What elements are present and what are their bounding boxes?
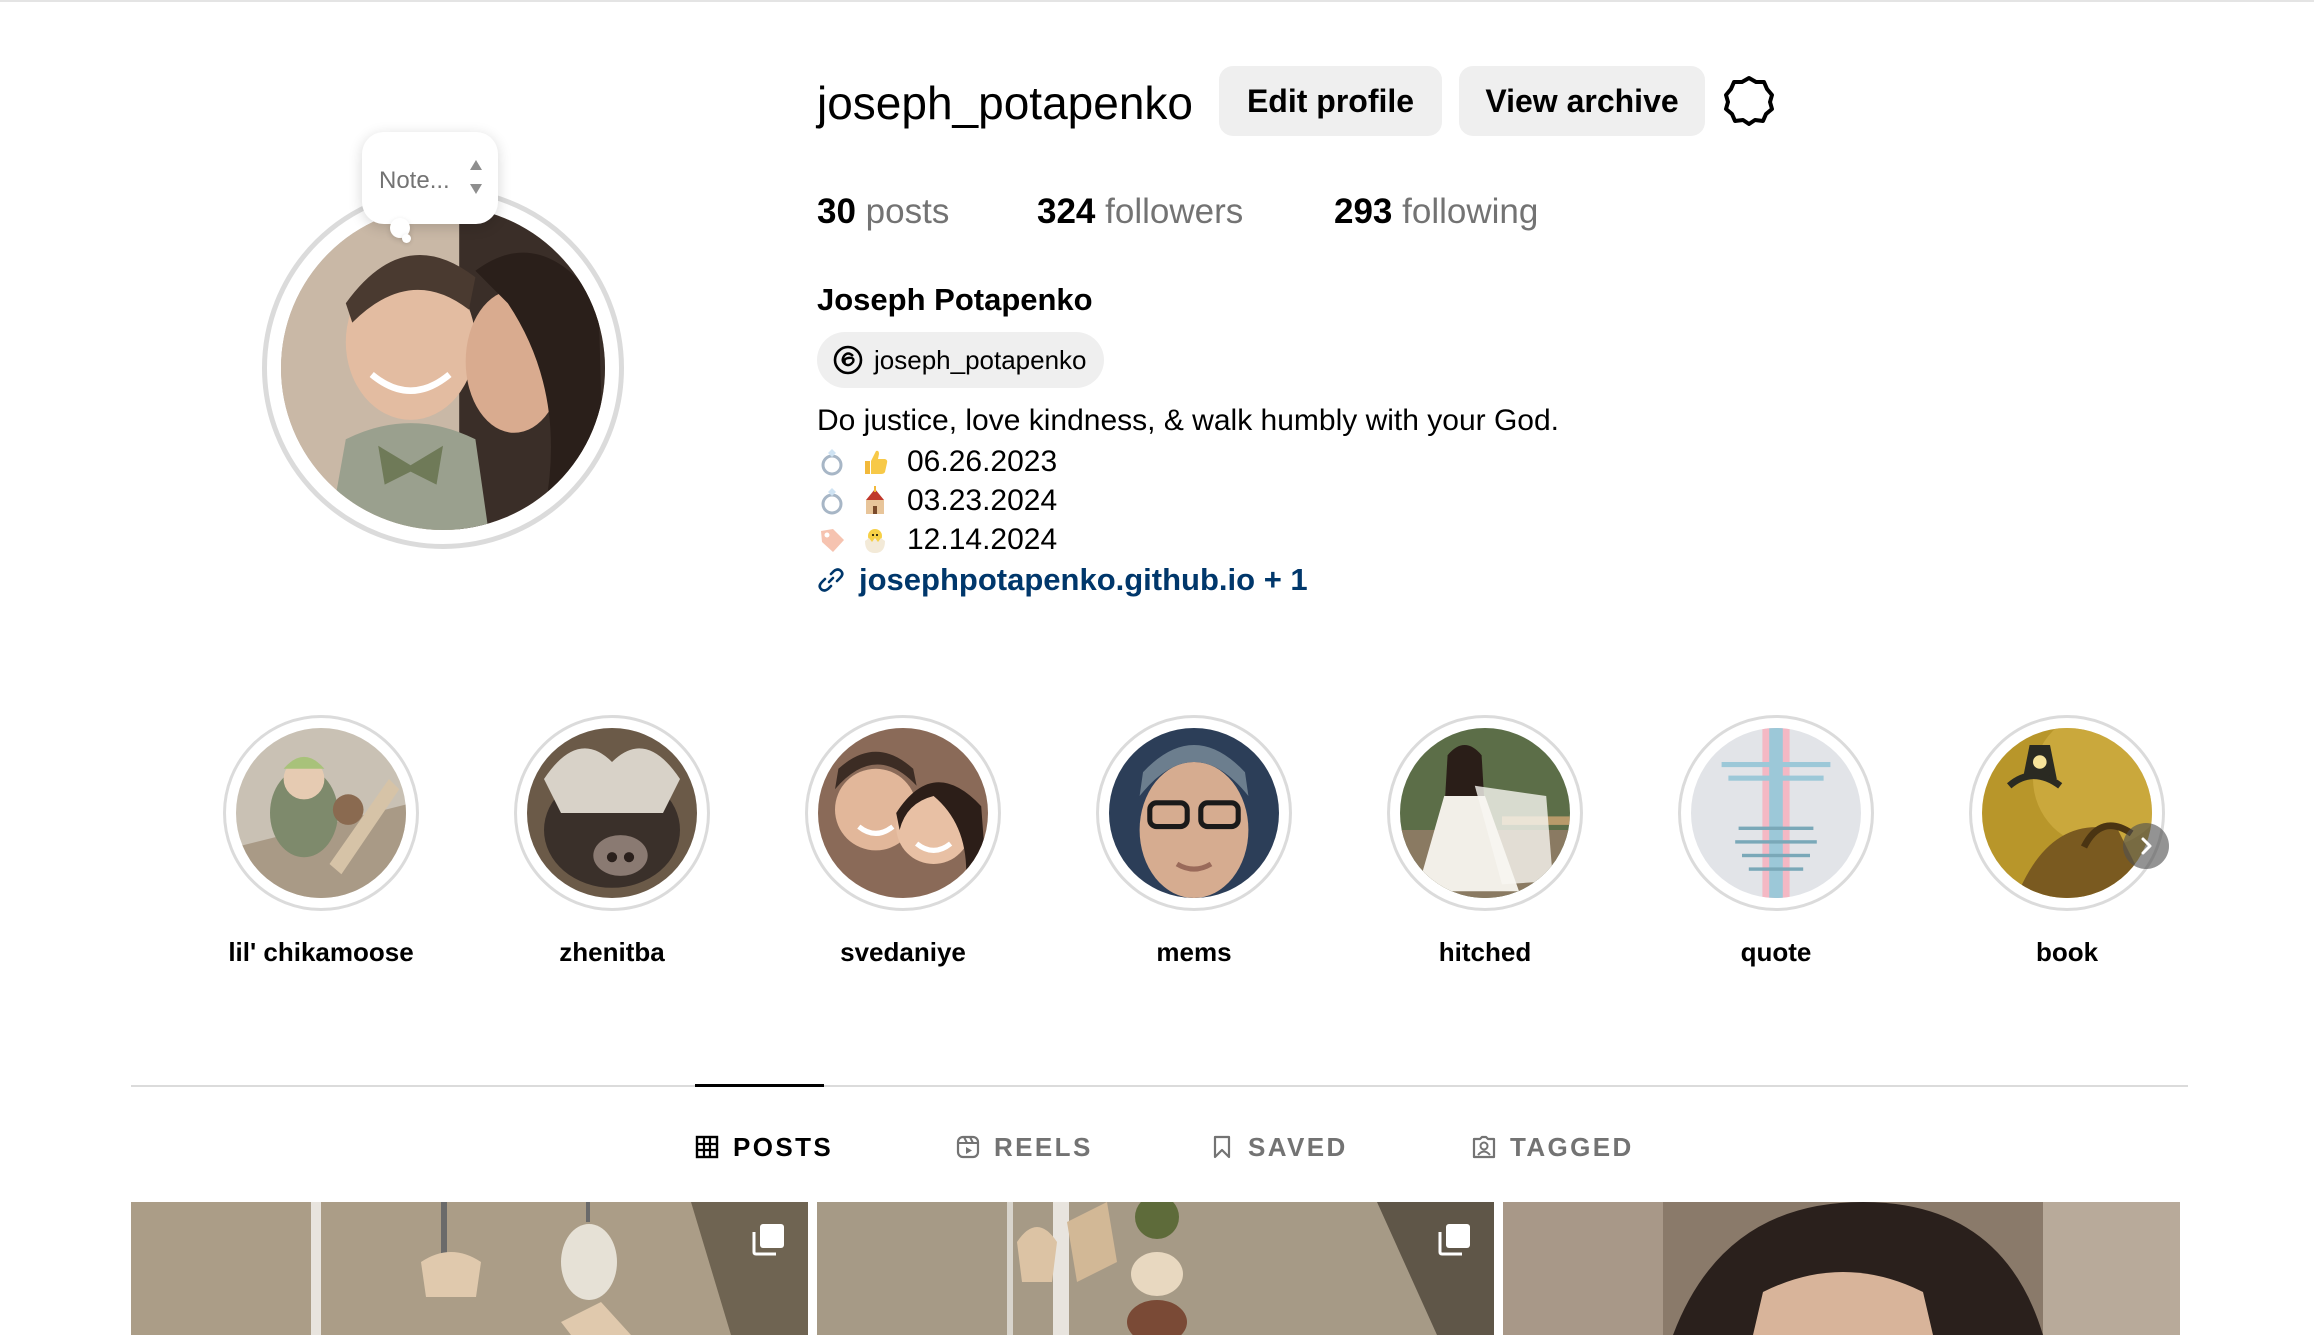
highlights-next-button[interactable] [2123,823,2169,869]
bio-date-row: 06.26.2023 [817,442,1057,482]
bio-text: Do justice, love kindness, & walk humbly… [817,404,1559,437]
post-thumbnail[interactable] [131,1202,808,1335]
top-border [0,0,2314,2]
profile-username: joseph_potapenko [817,77,1193,129]
posts-count-value: 30 [817,192,856,231]
ring-icon [817,447,847,477]
tab-tagged-label: TAGGED [1510,1131,1634,1162]
edit-profile-button[interactable]: Edit profile [1219,66,1442,136]
tag-icon [817,525,847,555]
tagged-icon [1472,1135,1496,1159]
post-image [817,1202,1494,1335]
highlight-item[interactable]: zhenitba [514,715,710,968]
hatching-chick-icon [860,525,890,555]
tab-saved[interactable]: SAVED [1210,1130,1348,1164]
highlight-cover [527,728,697,898]
profile-avatar[interactable] [262,187,624,549]
up-down-arrows-icon [470,160,482,194]
threads-badge-link[interactable]: joseph_potapenko [817,332,1104,388]
followers-count-label: followers [1105,192,1244,231]
chevron-right-icon [2141,837,2152,855]
following-count-value: 293 [1334,192,1393,231]
bio-date: 03.23.2024 [907,484,1058,517]
highlight-label: svedaniye [840,937,966,967]
followers-link[interactable]: 324 followers [1037,192,1243,232]
church-icon [860,486,890,516]
link-icon [818,568,844,592]
multiple-posts-icon [1438,1224,1470,1256]
multiple-posts-icon [752,1224,784,1256]
highlight-ring [1096,715,1292,911]
view-archive-button[interactable]: View archive [1459,66,1705,136]
note-tail-dot [402,234,411,243]
active-tab-indicator [695,1084,824,1087]
grid-icon [695,1135,719,1159]
post-image [1503,1202,2180,1335]
bio-date: 12.14.2024 [907,523,1058,556]
highlight-label: zhenitba [559,937,665,967]
thumbs-up-icon [860,447,890,477]
followers-count-value: 324 [1037,192,1096,231]
note-placeholder: Note... [379,167,450,194]
post-thumbnail[interactable] [1503,1202,2180,1335]
ring-icon [817,486,847,516]
highlight-cover [236,728,406,898]
highlight-label: quote [1740,937,1812,967]
post-image [131,1202,808,1335]
avatar-photo [281,206,605,530]
tab-posts-label: POSTS [733,1131,834,1162]
highlight-label: hitched [1438,937,1532,967]
highlight-cover [818,728,988,898]
highlight-cover [1691,728,1861,898]
highlight-cover [1109,728,1279,898]
tab-posts[interactable]: POSTS [695,1130,833,1164]
tab-tagged[interactable]: TAGGED [1472,1130,1634,1164]
tab-reels-label: REELS [994,1131,1093,1162]
note-bubble[interactable]: Note... [362,132,498,224]
highlight-cover [1982,728,2152,898]
bio-link[interactable]: josephpotapenko.github.io + 1 [817,560,1308,600]
tabs-divider [131,1085,2188,1087]
highlight-label: book [2035,937,2099,967]
gear-icon[interactable] [1723,74,1775,126]
threads-icon [833,345,863,375]
highlight-item[interactable]: hitched [1387,715,1583,968]
posts-count: 30 posts [817,192,949,232]
tab-saved-label: SAVED [1248,1131,1348,1162]
tab-reels[interactable]: REELS [956,1130,1093,1164]
post-thumbnail[interactable] [817,1202,1494,1335]
highlight-ring [805,715,1001,911]
bookmark-icon [1213,1135,1231,1159]
posts-count-label: posts [865,192,950,231]
highlight-ring [514,715,710,911]
profile-full-name: Joseph Potapenko [817,282,1093,317]
bio-date: 06.26.2023 [907,445,1058,478]
highlight-ring [223,715,419,911]
highlight-cover [1400,728,1570,898]
highlight-item[interactable]: mems [1096,715,1292,968]
threads-handle: joseph_potapenko [874,344,1087,375]
highlight-label: lil' chikamoose [228,937,414,967]
highlight-ring [1387,715,1583,911]
bio-date-row: 03.23.2024 [817,481,1057,521]
highlight-ring [1969,715,2165,911]
following-count-label: following [1402,192,1539,231]
bio-link-text: josephpotapenko.github.io + 1 [859,562,1308,597]
reels-icon [956,1135,980,1159]
highlight-ring [1678,715,1874,911]
following-link[interactable]: 293 following [1334,192,1538,232]
highlight-item[interactable]: lil' chikamoose [223,715,419,968]
highlight-item[interactable]: quote [1678,715,1874,968]
highlight-item[interactable]: svedaniye [805,715,1001,968]
bio-date-row: 12.14.2024 [817,520,1057,560]
highlight-label: mems [1156,937,1232,967]
